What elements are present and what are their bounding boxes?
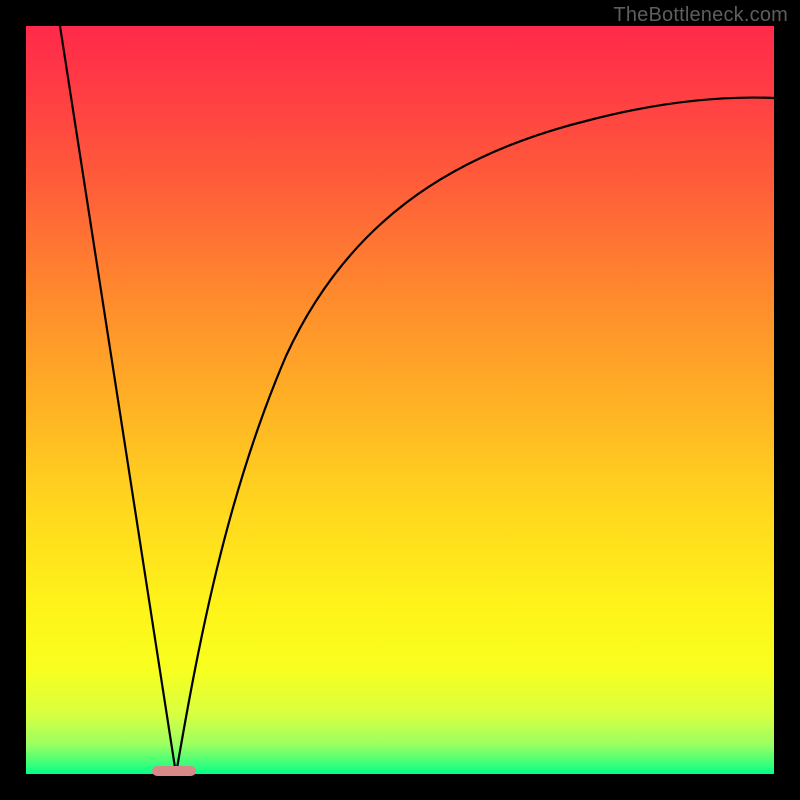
chart-frame: TheBottleneck.com	[0, 0, 800, 800]
optimal-marker	[152, 766, 196, 776]
watermark-text: TheBottleneck.com	[613, 4, 788, 27]
bottleneck-curve	[26, 26, 774, 774]
left-branch	[60, 26, 176, 774]
right-branch	[176, 98, 774, 774]
plot-area	[26, 26, 774, 774]
